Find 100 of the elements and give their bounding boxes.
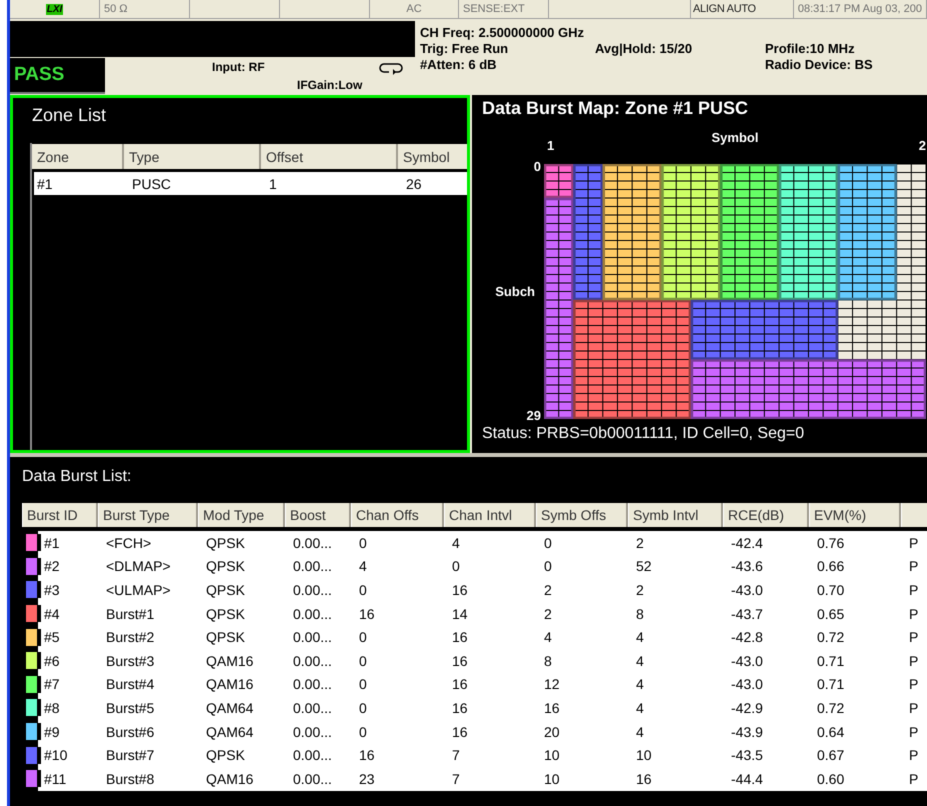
zone-row[interactable]: #1 PUSC 1 26 — [34, 172, 467, 195]
table-cell-text: 16 — [358, 604, 376, 624]
column-header[interactable]: Chan Offs — [351, 503, 444, 527]
list-title: Data Burst List: — [21, 467, 132, 487]
status-line: Status: PRBS=0b00011111, ID Cell=0, Seg=0 — [481, 424, 804, 443]
column-header[interactable]: Chan Intvl — [444, 503, 536, 527]
table-cell-text: 0.00... — [292, 534, 333, 553]
table-cell-text: PUSC — [131, 174, 172, 194]
logo: LXI — [46, 4, 64, 14]
table-cell-text: Burst#4 — [105, 675, 156, 694]
table-cell-text: 16 — [451, 698, 469, 718]
table-cell-text: -42.4 — [730, 534, 764, 553]
table-cell-text: -42.9 — [730, 698, 764, 718]
map-title: Data Burst Map: Zone #1 PUSC — [481, 97, 748, 120]
table-cell-text: P — [908, 628, 920, 648]
status-text: ALIGN AUTO — [693, 3, 756, 15]
table-cell-text: 52 — [635, 557, 653, 576]
table-cell-text: P — [908, 770, 920, 789]
table-cell-text: 12 — [543, 675, 561, 694]
table-cell-text: 0.64 — [816, 722, 846, 742]
radio-device: Radio Device: BS — [765, 57, 874, 73]
table-cell-text: 0 — [358, 675, 368, 694]
table-cell-text: 4 — [635, 722, 645, 742]
table-cell: #8 — [44, 700, 60, 716]
attenuation: #Atten: 6 dB — [420, 57, 498, 73]
table-cell-text: Burst#7 — [105, 746, 156, 766]
table-cell-text: <FCH> — [105, 534, 152, 553]
table-cell-text: 0.66 — [816, 557, 846, 576]
profile: Profile:10 MHz — [765, 41, 856, 57]
table-cell-text: 0.65 — [816, 604, 846, 624]
table-cell-text: 0 — [358, 698, 368, 718]
table-cell-text: P — [908, 652, 920, 671]
table-cell-text: -42.8 — [730, 628, 764, 648]
ch-freq: CH Freq: 2.500000000 GHz — [420, 25, 586, 41]
table-cell-text: 16 — [451, 722, 469, 742]
pass-indicator: PASS — [10, 58, 105, 94]
column-header[interactable]: Symb Offs — [536, 503, 628, 527]
table-cell-text: QPSK — [205, 746, 246, 766]
status-text: AC — [406, 3, 422, 15]
table-cell-text: 7 — [451, 770, 461, 789]
table-cell-text: 16 — [635, 770, 653, 789]
table-cell-text: 4 — [635, 628, 645, 648]
table-cell: #1 — [44, 534, 60, 551]
table-cell-text: -43.0 — [730, 652, 764, 671]
table-cell-text: 0 — [543, 557, 553, 576]
table-cell: #7 — [44, 676, 60, 692]
table-cell-text: 26 — [405, 174, 423, 194]
table-cell-text: Burst#3 — [105, 652, 156, 671]
table-cell: #2 — [44, 558, 60, 574]
table-cell: #6 — [44, 652, 60, 669]
table-cell-text: 0.00... — [292, 722, 333, 742]
table-cell-text: 16 — [451, 652, 469, 671]
table-cell-text: 4 — [635, 698, 645, 718]
column-header[interactable]: Burst ID — [22, 503, 98, 527]
avg-hold: Avg|Hold: 15/20 — [595, 41, 694, 57]
column-header[interactable]: Burst Type — [98, 503, 198, 527]
column-header[interactable]: Offset — [261, 144, 398, 169]
table-cell-text: -43.0 — [730, 580, 764, 600]
column-header[interactable]: Symb Intvl — [628, 503, 723, 527]
table-cell-text: 16 — [451, 580, 469, 600]
table-cell-text: 0.70 — [816, 580, 846, 600]
table-cell-text: QAM64 — [205, 722, 254, 742]
table-cell-text: 0.72 — [816, 698, 846, 718]
table-cell-text: 16 — [543, 698, 561, 718]
table-cell-text: QAM16 — [205, 652, 254, 671]
table-cell-text: 14 — [451, 604, 469, 624]
column-header[interactable]: Type — [124, 144, 261, 169]
table-cell-text: 4 — [358, 557, 368, 576]
table-cell: #3 — [44, 582, 60, 598]
trigger: Trig: Free Run — [420, 41, 510, 57]
table-cell-text: <ULMAP> — [105, 580, 172, 600]
table-cell-text: 7 — [451, 746, 461, 766]
table-cell-text: -43.7 — [730, 604, 764, 624]
column-header[interactable]: Mod Type — [198, 503, 285, 527]
table-cell-text: P — [908, 557, 920, 576]
table-cell-text: -43.5 — [730, 746, 764, 766]
table-cell-text: 0.00... — [292, 604, 333, 624]
table-cell-text: 0.67 — [816, 746, 846, 766]
table-cell-text: QPSK — [205, 534, 246, 553]
table-cell-text: 23 — [358, 770, 376, 789]
status-text: 08:31:17 PM Aug 03, 200 — [798, 3, 922, 15]
table-cell-text: QPSK — [205, 628, 246, 648]
if-gain-label: IFGain:Low — [297, 78, 362, 92]
column-header[interactable]: Zone — [32, 144, 124, 169]
table-cell-text: P — [908, 675, 920, 694]
column-header[interactable]: EVM(%) — [809, 503, 901, 527]
table-cell-text: 0.60 — [816, 770, 846, 789]
table-cell-text: -43.9 — [730, 722, 764, 742]
table-cell-text: 0 — [358, 628, 368, 648]
table-cell-text: 10 — [543, 770, 561, 789]
table-cell-text: 0 — [358, 534, 368, 553]
table-cell-text: 16 — [451, 675, 469, 694]
column-header[interactable]: RCE(dB) — [723, 503, 809, 527]
table-cell-text: Burst#5 — [105, 698, 156, 718]
table-cell-text: 0 — [358, 652, 368, 671]
table-cell-text: P — [908, 604, 920, 624]
column-header[interactable]: Boost — [285, 503, 351, 527]
table-cell-text: 16 — [451, 628, 469, 648]
table-cell: #9 — [44, 724, 60, 740]
table-cell-text: P — [908, 722, 920, 742]
